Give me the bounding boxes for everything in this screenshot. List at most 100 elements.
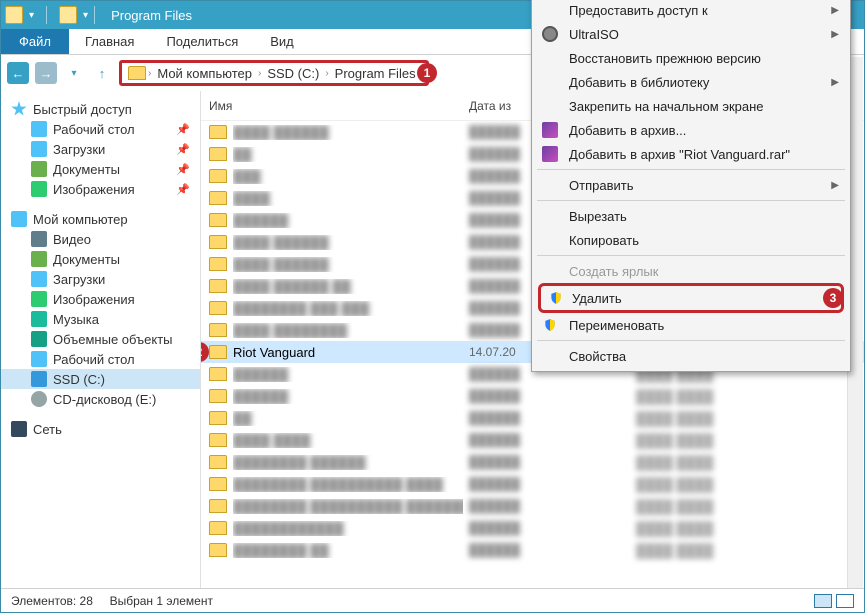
column-name[interactable]: Имя	[201, 99, 461, 113]
chevron-right-icon[interactable]: ›	[258, 68, 261, 79]
sidebar-item-desktop[interactable]: Рабочий стол	[1, 349, 200, 369]
view-switcher	[814, 594, 854, 608]
nav-recent-button[interactable]: ▾	[63, 62, 85, 84]
list-item[interactable]: ████ ██████████████ ████	[201, 429, 864, 451]
menu-item-ultraiso[interactable]: UltraISO▶	[535, 22, 847, 46]
winrar-icon	[541, 121, 559, 139]
crumb-mycomputer[interactable]: Мой компьютер	[153, 66, 256, 81]
menu-item-library[interactable]: Добавить в библиотеку▶	[535, 70, 847, 94]
menu-item-restore[interactable]: Восстановить прежнюю версию	[535, 46, 847, 70]
drop-icon[interactable]: ▾	[29, 10, 34, 21]
list-item[interactable]: ████████████ ████	[201, 407, 864, 429]
sidebar-item-desktop[interactable]: Рабочий стол📌	[1, 119, 200, 139]
sidebar-item-3dobjects[interactable]: Объемные объекты	[1, 329, 200, 349]
computer-icon	[11, 211, 27, 227]
list-item[interactable]: ████████ ██████████ ██████████████ ████	[201, 473, 864, 495]
list-item[interactable]: ████████ ████████████ ████	[201, 539, 864, 561]
menu-item-cut[interactable]: Вырезать	[535, 204, 847, 228]
window-title: Program Files	[111, 8, 192, 23]
document-icon	[31, 161, 47, 177]
chevron-right-icon: ▶	[831, 29, 839, 40]
sidebar-item-pictures[interactable]: Изображения	[1, 289, 200, 309]
drop-icon[interactable]: ▾	[83, 10, 88, 21]
sidebar-quickaccess[interactable]: Быстрый доступ	[1, 99, 200, 119]
tab-home[interactable]: Главная	[69, 29, 150, 54]
status-selection: Выбран 1 элемент	[110, 594, 213, 608]
desktop-icon	[31, 351, 47, 367]
column-date[interactable]: Дата из	[461, 99, 511, 113]
sidebar-item-documents[interactable]: Документы📌	[1, 159, 200, 179]
navigation-sidebar: Быстрый доступ Рабочий стол📌 Загрузки📌 Д…	[1, 91, 201, 588]
ultraiso-icon	[541, 25, 559, 43]
sidebar-mycomputer[interactable]: Мой компьютер	[1, 209, 200, 229]
pin-icon: 📌	[176, 143, 190, 156]
sidebar-item-videos[interactable]: Видео	[1, 229, 200, 249]
chevron-right-icon: ▶	[831, 5, 839, 16]
3d-icon	[31, 331, 47, 347]
music-icon	[31, 311, 47, 327]
menu-item-send[interactable]: Отправить▶	[535, 173, 847, 197]
chevron-right-icon[interactable]: ›	[325, 68, 328, 79]
menu-item-rename[interactable]: Переименовать	[535, 313, 847, 337]
video-icon	[31, 231, 47, 247]
list-item[interactable]: ██████████████████████ ████	[201, 517, 864, 539]
download-icon	[31, 271, 47, 287]
annotation-badge-1: 1	[417, 63, 437, 83]
tab-view[interactable]: Вид	[254, 29, 310, 54]
crumb-ssd[interactable]: SSD (C:)	[263, 66, 323, 81]
menu-item-properties[interactable]: Свойства	[535, 344, 847, 368]
folder-icon	[209, 345, 227, 359]
sidebar-network[interactable]: Сеть	[1, 419, 200, 439]
sidebar-item-documents[interactable]: Документы	[1, 249, 200, 269]
picture-icon	[31, 291, 47, 307]
context-menu: Предоставить доступ к▶ UltraISO▶ Восстан…	[531, 0, 851, 372]
crumb-programfiles[interactable]: Program Files	[331, 66, 420, 81]
sidebar-item-downloads[interactable]: Загрузки	[1, 269, 200, 289]
nav-up-button[interactable]: ↑	[91, 62, 113, 84]
tab-file[interactable]: Файл	[1, 29, 69, 54]
view-details-button[interactable]	[814, 594, 832, 608]
annotation-badge-3: 3	[823, 288, 843, 308]
list-item[interactable]: ████████ ████████████████ ████	[201, 451, 864, 473]
sidebar-item-cd[interactable]: CD-дисковод (E:)	[1, 389, 200, 409]
file-date: 14.07.20	[469, 345, 516, 359]
download-icon	[31, 141, 47, 157]
folder-icon	[128, 66, 146, 80]
breadcrumb[interactable]: › Мой компьютер › SSD (C:) › Program Fil…	[119, 60, 429, 86]
menu-item-archive-rar[interactable]: Добавить в архив "Riot Vanguard.rar"	[535, 142, 847, 166]
menu-item-archive[interactable]: Добавить в архив...	[535, 118, 847, 142]
status-count-label: Элементов:	[11, 594, 76, 608]
status-count-value: 28	[80, 594, 93, 608]
document-icon	[31, 251, 47, 267]
chevron-right-icon[interactable]: ›	[148, 68, 151, 79]
list-item[interactable]: ████████ ██████████ ████████████████████…	[201, 495, 864, 517]
picture-icon	[31, 181, 47, 197]
list-item[interactable]: ████████████████ ████	[201, 385, 864, 407]
status-bar: Элементов: 28 Выбран 1 элемент	[1, 588, 864, 612]
menu-item-copy[interactable]: Копировать	[535, 228, 847, 252]
drive-icon	[31, 371, 47, 387]
separator	[46, 6, 47, 24]
file-name: Riot Vanguard	[233, 345, 463, 360]
separator	[94, 6, 95, 24]
folder-icon	[5, 6, 23, 24]
menu-item-pin-start[interactable]: Закрепить на начальном экране	[535, 94, 847, 118]
folder-open-icon	[59, 6, 77, 24]
chevron-right-icon: ▶	[831, 180, 839, 191]
sidebar-item-ssd[interactable]: SSD (C:)	[1, 369, 200, 389]
sidebar-item-downloads[interactable]: Загрузки📌	[1, 139, 200, 159]
nav-back-button[interactable]: ←	[7, 62, 29, 84]
sidebar-item-pictures[interactable]: Изображения📌	[1, 179, 200, 199]
shield-icon	[541, 316, 559, 334]
menu-item-grant-access[interactable]: Предоставить доступ к▶	[535, 0, 847, 22]
desktop-icon	[31, 121, 47, 137]
view-icons-button[interactable]	[836, 594, 854, 608]
star-icon	[11, 101, 27, 117]
tab-share[interactable]: Поделиться	[150, 29, 254, 54]
menu-item-delete[interactable]: Удалить	[541, 286, 841, 310]
sidebar-item-music[interactable]: Музыка	[1, 309, 200, 329]
network-icon	[11, 421, 27, 437]
nav-forward-button[interactable]: →	[35, 62, 57, 84]
shield-icon	[547, 289, 565, 307]
annotation-delete-highlight: Удалить 3	[538, 283, 844, 313]
